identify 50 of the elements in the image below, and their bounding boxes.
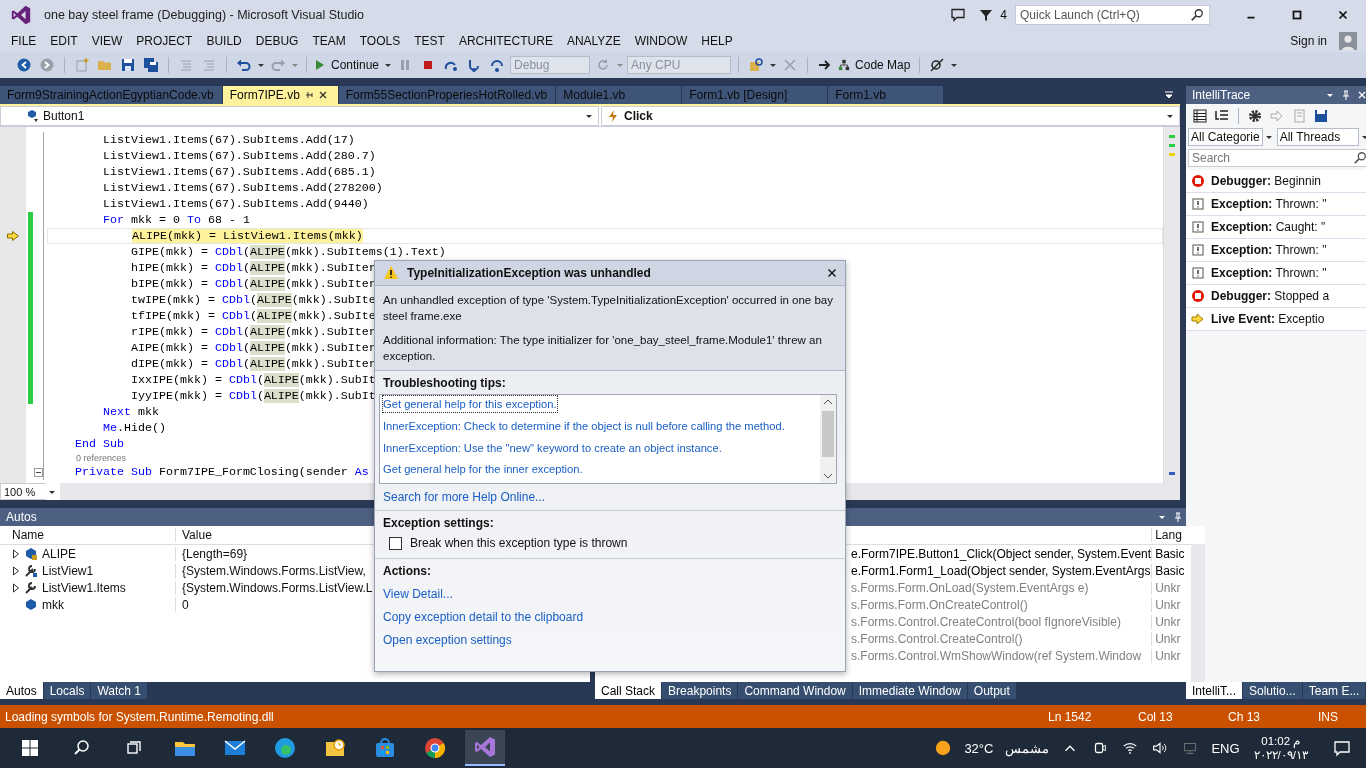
code-line: Me.Hide() [101, 420, 166, 436]
section-heading: Actions: [383, 564, 431, 578]
frame-language: Unkr [1151, 580, 1190, 595]
line-number: Ln 1542 [1048, 709, 1093, 724]
panel-title: Autos [6, 510, 37, 524]
code-line: For mkk = 0 To 68 - 1 [101, 212, 250, 228]
frame-language: Unkr [1151, 614, 1190, 629]
variable-value: {System.Windows.Forms.ListView, [181, 563, 366, 578]
code-line: tfIPE(mkk) = CDbl(ALIPE(mkk).SubIte [129, 308, 376, 324]
code-line: AIPE(mkk) = CDbl(ALIPE(mkk).SubIter [129, 340, 376, 356]
variable-name: ListView1.Items [42, 580, 126, 595]
code-line: IxxIPE(mkk) = CDbl(ALIPE(mkk).SubIt [129, 372, 376, 388]
notification-count: 4 [1000, 8, 1007, 22]
code-line: dIPE(mkk) = CDbl(ALIPE(mkk).SubIter [129, 356, 376, 372]
panel-title: IntelliTrace [1192, 88, 1251, 102]
code-line: IyyIPE(mkk) = CDbl(ALIPE(mkk).SubIt [129, 388, 376, 404]
additional-information: Additional information: The type initializer for 'one_bay_steel_frame.Module1' threw an exception. [383, 333, 823, 364]
code-line: hIPE(mkk) = CDbl(ALIPE(mkk).SubIter [129, 260, 376, 276]
variable-name: mkk [42, 597, 64, 612]
code-line: ListView1.Items(67).SubItems.Add(280.7) [101, 148, 376, 164]
variable-value: 0 [181, 597, 189, 612]
code-line: ListView1.Items(67).SubItems.Add(278200) [101, 180, 383, 196]
code-line: GIPE(mkk) = CDbl(ALIPE(mkk).SubItems(1).Text) [129, 244, 446, 260]
column-number: Col 13 [1138, 709, 1174, 724]
section-heading: Exception settings: [383, 516, 494, 530]
variable-name: ALIPE [42, 546, 77, 561]
code-line: ListView1.Items(67).SubItems.Add(9440) [101, 196, 369, 212]
character-number: Ch 13 [1228, 709, 1262, 724]
code-line: Next mkk [101, 404, 159, 420]
insert-mode: INS [1318, 709, 1339, 724]
frame-language: Basic [1151, 546, 1190, 561]
code-line: ListView1.Items(67).SubItems.Add(17) [101, 132, 355, 148]
section-heading: Troubleshooting tips: [383, 376, 506, 390]
frame-language: Unkr [1151, 648, 1190, 663]
status-message: Loading symbols for System.Runtime.Remoting.dll [5, 709, 274, 724]
code-line: twIPE(mkk) = CDbl(ALIPE(mkk).SubIte [129, 292, 376, 308]
window-title: one bay steel frame (Debugging) - Microsoft Visual Studio [44, 8, 365, 22]
variable-value: {Length=69} [181, 546, 248, 561]
frame-language: Unkr [1151, 631, 1190, 646]
exception-message: An unhandled exception of type 'System.TypeInitializationException' occurred in one bay steel frame.exe [383, 293, 834, 324]
frame-language: Unkr [1151, 597, 1190, 612]
dialog-title: TypeInitializationException was unhandled [407, 266, 651, 280]
code-line: rIPE(mkk) = CDbl(ALIPE(mkk).SubIter [129, 324, 376, 340]
code-line: End Sub [74, 436, 124, 452]
variable-value: {System.Windows.Forms.ListView.L [181, 580, 373, 595]
frame-language: Basic [1151, 563, 1190, 578]
code-line: Private Sub Form7IPE_FormClosing(sender As [74, 464, 369, 480]
code-line: bIPE(mkk) = CDbl(ALIPE(mkk).SubIter [129, 276, 376, 292]
code-line: ListView1.Items(67).SubItems.Add(685.1) [101, 164, 376, 180]
variable-name: ListView1 [42, 563, 94, 578]
